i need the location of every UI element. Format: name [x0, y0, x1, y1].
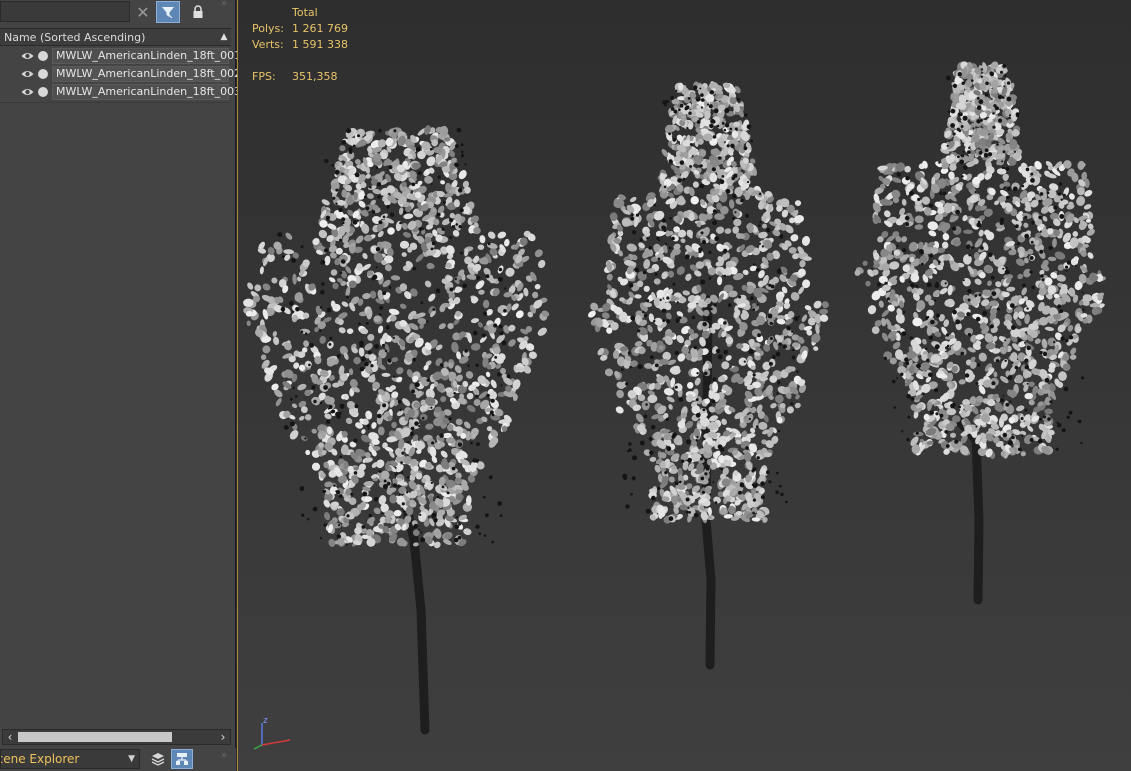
- panel-expand-icon[interactable]: »: [221, 751, 227, 761]
- scrollbar-thumb[interactable]: [18, 732, 172, 742]
- verts-label: Verts:: [252, 38, 284, 51]
- fps-label: FPS:: [252, 70, 276, 83]
- horizontal-scrollbar[interactable]: ‹ ›: [2, 729, 231, 745]
- tree-002: [587, 81, 829, 670]
- name-column-header[interactable]: Name (Sorted Ascending) ▲: [0, 28, 231, 46]
- eye-icon[interactable]: [21, 87, 34, 97]
- polys-value: 1 261 769: [292, 22, 348, 35]
- layers-button[interactable]: [147, 749, 169, 769]
- close-icon: ✕: [136, 2, 150, 22]
- search-input[interactable]: [0, 1, 130, 22]
- object-name[interactable]: MWLW_AmericanLinden_18ft_002: [52, 66, 241, 82]
- scene-explorer-panel: ✕ » Name (Sorted Ascending) ▲ MWLW_Ameri…: [0, 0, 241, 771]
- list-item[interactable]: MWLW_AmericanLinden_18ft_002: [0, 65, 241, 83]
- scene-object-list: MWLW_AmericanLinden_18ft_001 MWLW_Americ…: [0, 47, 241, 101]
- clear-search-button[interactable]: ✕: [131, 1, 155, 23]
- tree-canopy: [854, 61, 1106, 460]
- polys-label: Polys:: [252, 22, 284, 35]
- hierarchy-button[interactable]: [171, 749, 193, 769]
- perspective-viewport[interactable]: Total Polys: 1 261 769 Verts: 1 591 338 …: [237, 0, 1131, 771]
- lock-icon: [193, 5, 203, 18]
- hierarchy-icon: [176, 753, 188, 765]
- column-header-label: Name (Sorted Ascending): [4, 30, 146, 44]
- lock-button[interactable]: [186, 1, 210, 23]
- chevron-down-icon: ▼: [128, 754, 135, 764]
- tree-003: [854, 61, 1106, 605]
- eye-icon[interactable]: [21, 69, 34, 79]
- explorer-name: Scene Explorer: [1, 752, 80, 766]
- render-toggle-icon[interactable]: [38, 51, 48, 61]
- tree-canopy: [243, 125, 550, 549]
- filter-icon: [162, 7, 174, 19]
- list-item[interactable]: MWLW_AmericanLinden_18ft_001: [0, 47, 241, 65]
- eye-icon[interactable]: [21, 51, 34, 61]
- layers-icon: [151, 753, 165, 766]
- scroll-left-icon[interactable]: ‹: [3, 730, 17, 744]
- tree-canopy: [587, 81, 829, 524]
- tree-001: [243, 125, 550, 735]
- object-name[interactable]: MWLW_AmericanLinden_18ft_001: [52, 48, 241, 64]
- scroll-right-icon[interactable]: ›: [216, 730, 230, 744]
- selection-filter-button[interactable]: [156, 1, 180, 23]
- explorer-bottom-bar: Scene Explorer ▼ »: [0, 748, 236, 771]
- list-item[interactable]: MWLW_AmericanLinden_18ft_003: [0, 83, 241, 101]
- panel-collapse-icon[interactable]: »: [221, 0, 227, 9]
- verts-value: 1 591 338: [292, 38, 348, 51]
- sort-ascending-icon: ▲: [220, 32, 228, 42]
- render-toggle-icon[interactable]: [38, 69, 48, 79]
- explorer-selector-dropdown[interactable]: Scene Explorer ▼: [0, 749, 140, 769]
- fps-value: 351,358: [292, 70, 338, 83]
- scene-render: [243, 61, 1106, 735]
- axis-z-label: z: [263, 716, 268, 726]
- axis-tripod-icon: z: [253, 716, 291, 750]
- stats-header: Total: [292, 6, 318, 19]
- object-name[interactable]: MWLW_AmericanLinden_18ft_003: [52, 84, 241, 100]
- render-toggle-icon[interactable]: [38, 87, 48, 97]
